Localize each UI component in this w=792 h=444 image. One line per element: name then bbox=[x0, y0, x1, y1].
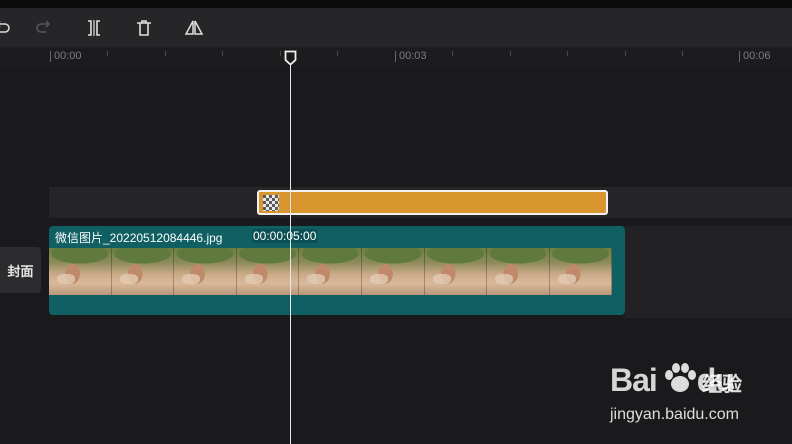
effect-clip[interactable] bbox=[257, 190, 608, 215]
ruler-label: 00:00 bbox=[54, 50, 82, 62]
ruler-tick bbox=[337, 51, 338, 56]
mirror-icon bbox=[184, 20, 204, 35]
main-track-empty bbox=[625, 226, 792, 318]
ruler-tick bbox=[452, 51, 453, 56]
playhead-line[interactable] bbox=[290, 62, 291, 444]
redo-button[interactable] bbox=[34, 18, 54, 38]
film-frame bbox=[487, 248, 550, 295]
ruler-tick bbox=[107, 51, 108, 56]
paw-icon bbox=[665, 363, 696, 392]
ruler-tick bbox=[165, 51, 166, 56]
film-frame bbox=[174, 248, 237, 295]
cover-label: 封面 bbox=[7, 264, 34, 280]
undo-button[interactable] bbox=[0, 18, 12, 38]
film-frame bbox=[549, 248, 613, 295]
ruler-tick bbox=[625, 51, 626, 56]
ruler-tick bbox=[280, 51, 281, 56]
mirror-button[interactable] bbox=[184, 18, 204, 38]
film-frame bbox=[111, 248, 175, 295]
split-icon bbox=[88, 20, 100, 36]
top-border bbox=[0, 0, 792, 8]
delete-button[interactable] bbox=[134, 18, 154, 38]
watermark-url: jingyan.baidu.com bbox=[610, 406, 739, 423]
toolbar bbox=[0, 8, 792, 48]
split-button[interactable] bbox=[84, 18, 104, 38]
ruler-tick bbox=[510, 51, 511, 56]
undo-icon bbox=[0, 21, 10, 33]
ruler-tick bbox=[567, 51, 568, 56]
watermark-product: 经验 bbox=[702, 372, 742, 396]
ruler-tick bbox=[395, 51, 396, 62]
ruler-tick bbox=[739, 51, 740, 62]
playhead-handle[interactable] bbox=[284, 50, 297, 66]
ruler-tick bbox=[682, 51, 683, 56]
video-clip[interactable]: 微信图片_20220512084446.jpg 00:00:05:00 bbox=[49, 226, 625, 315]
film-frame bbox=[424, 248, 488, 295]
ruler-label: 00:03 bbox=[399, 50, 427, 62]
effect-thumbnail bbox=[263, 195, 279, 211]
film-frame bbox=[361, 248, 425, 295]
redo-icon bbox=[36, 20, 51, 33]
ruler-tick bbox=[50, 51, 51, 62]
cover-button[interactable]: 封面 bbox=[0, 247, 41, 293]
delete-icon bbox=[137, 20, 151, 36]
clip-duration: 00:00:05:00 bbox=[252, 229, 318, 243]
ruler-tick bbox=[222, 51, 223, 56]
time-ruler[interactable]: 00:00 00:03 00:06 bbox=[0, 48, 792, 68]
film-frame bbox=[49, 248, 112, 295]
clip-filename: 微信图片_20220512084446.jpg bbox=[55, 231, 223, 245]
watermark: Bai du 经验 jingyan.baidu.com bbox=[604, 358, 784, 428]
ruler-label: 00:06 bbox=[743, 50, 771, 62]
filmstrip bbox=[49, 248, 625, 295]
film-frame bbox=[299, 248, 362, 295]
